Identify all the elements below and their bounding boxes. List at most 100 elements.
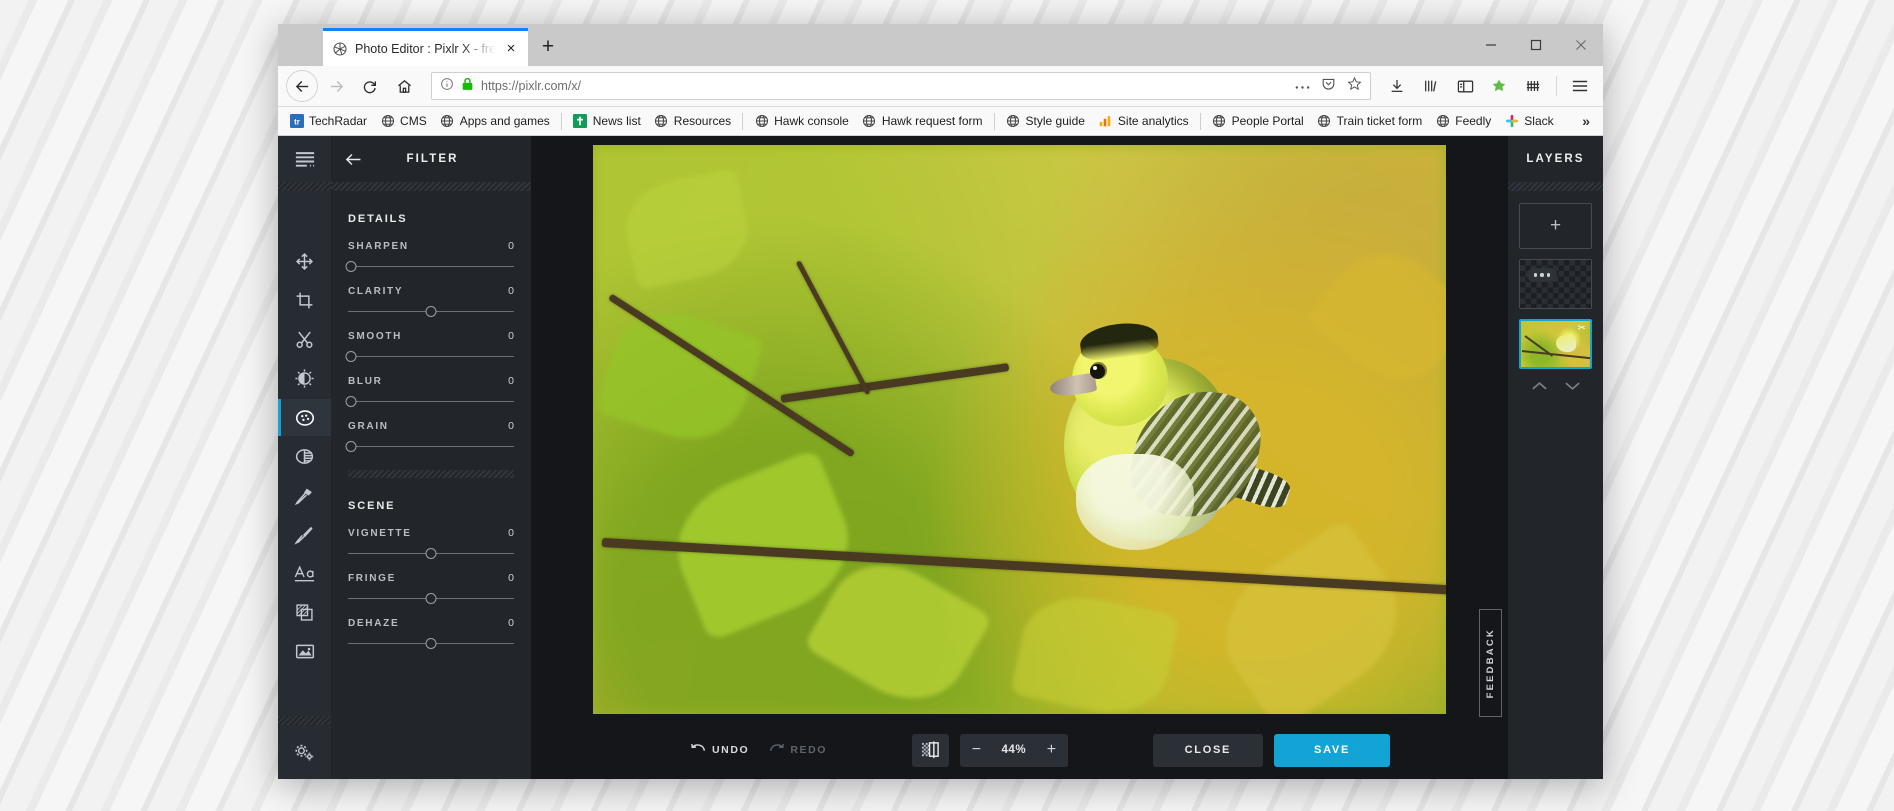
control-label: FRINGE — [348, 573, 396, 584]
sidebar-item-add-image[interactable] — [278, 633, 331, 670]
bookmark-people-portal[interactable]: People Portal — [1206, 112, 1310, 131]
zoom-in-button[interactable]: + — [1035, 734, 1068, 767]
info-icon[interactable] — [440, 77, 454, 96]
layers-list: + ✂ — [1508, 191, 1603, 397]
slider-fringe[interactable] — [348, 590, 514, 608]
new-tab-button[interactable]: + — [528, 28, 568, 66]
reload-icon[interactable] — [354, 70, 386, 102]
sidebar-item-effect[interactable] — [278, 438, 331, 475]
layers-header-divider — [1508, 182, 1603, 191]
browser-tab-active[interactable]: Photo Editor : Pixlr X - free ima × — [323, 28, 528, 66]
bookmarks-overflow-chevron[interactable]: » — [1574, 113, 1598, 129]
library-icon[interactable] — [1416, 71, 1446, 101]
bookmark-site-analytics[interactable]: Site analytics — [1092, 112, 1195, 131]
chevron-down-icon[interactable] — [1564, 379, 1581, 397]
zoom-out-button[interactable]: − — [960, 734, 993, 767]
sidebar-item-adjust[interactable] — [278, 360, 331, 397]
redo-button[interactable]: REDO — [769, 743, 827, 758]
globe-icon — [1317, 114, 1332, 129]
sidebar-item-draw[interactable] — [278, 516, 331, 553]
slider-blur[interactable] — [345, 393, 514, 411]
bookmark-separator — [560, 112, 562, 130]
forward-arrow-icon[interactable] — [320, 70, 352, 102]
home-icon[interactable] — [388, 70, 420, 102]
bookmark-separator — [742, 112, 744, 130]
close-window-button[interactable] — [1558, 24, 1603, 66]
downloads-icon[interactable] — [1382, 71, 1412, 101]
slider-knob[interactable] — [425, 548, 437, 559]
bookmark-feedly[interactable]: Feedly — [1429, 112, 1497, 131]
bookmark-hawk-request-form[interactable]: Hawk request form — [856, 112, 989, 131]
slider-sharpen[interactable] — [345, 258, 514, 276]
slider-knob[interactable] — [425, 306, 437, 317]
bookmark-cms[interactable]: CMS — [374, 112, 433, 131]
sidebar-item-text[interactable] — [278, 555, 331, 592]
chevron-up-icon[interactable] — [1531, 379, 1548, 397]
canvas-wrapper[interactable] — [531, 136, 1508, 721]
slider-knob[interactable] — [345, 396, 357, 407]
bookmark-label: CMS — [400, 114, 427, 128]
slider-dehaze[interactable] — [348, 635, 514, 653]
slider-knob[interactable] — [425, 593, 437, 604]
extension-bars-icon[interactable] — [1518, 71, 1548, 101]
transparency-toggle-icon[interactable] — [911, 733, 949, 767]
layer-item-photo[interactable]: ✂ — [1519, 319, 1592, 369]
slider-grain[interactable] — [345, 438, 514, 456]
sidebar-item-arrange[interactable] — [278, 243, 331, 280]
sidebar-item-crop[interactable] — [278, 282, 331, 319]
bookmark-techradar[interactable]: tr TechRadar — [283, 112, 373, 131]
bookmarks-toolbar: tr TechRadar CMS Apps and games News lis… — [278, 107, 1603, 136]
three-dots-icon[interactable] — [1527, 268, 1557, 282]
bookmark-slack[interactable]: Slack — [1498, 112, 1559, 131]
slider-clarity[interactable] — [348, 303, 514, 321]
pocket-save-icon[interactable] — [1321, 76, 1336, 96]
control-blur: BLUR 0 — [345, 375, 514, 411]
slider-knob[interactable] — [425, 638, 437, 649]
minimize-button[interactable] — [1468, 24, 1513, 66]
feedback-tab[interactable]: FEEDBACK — [1479, 609, 1502, 717]
maximize-button[interactable] — [1513, 24, 1558, 66]
sidebar-item-cutout[interactable] — [278, 321, 331, 358]
hamburger-menu-icon[interactable] — [278, 141, 331, 178]
back-arrow-icon[interactable] — [286, 70, 318, 102]
page-actions-ellipsis-icon[interactable] — [1295, 77, 1310, 95]
sidebar-item-element[interactable] — [278, 594, 331, 631]
undo-button[interactable]: UNDO — [691, 743, 749, 758]
save-button[interactable]: SAVE — [1274, 733, 1390, 767]
bird-subject — [1048, 316, 1293, 566]
canvas-image[interactable] — [593, 145, 1446, 714]
url-text[interactable]: https://pixlr.com/x/ — [481, 79, 1288, 93]
slider-knob[interactable] — [345, 351, 357, 362]
address-bar[interactable]: https://pixlr.com/x/ — [431, 72, 1371, 100]
add-layer-button[interactable]: + — [1519, 203, 1592, 249]
slider-knob[interactable] — [345, 261, 357, 272]
close-button[interactable]: CLOSE — [1152, 733, 1264, 767]
slider-vignette[interactable] — [348, 545, 514, 563]
sidebar-item-retouch[interactable] — [278, 477, 331, 514]
slider-knob[interactable] — [345, 441, 357, 452]
extension-green-icon[interactable] — [1484, 71, 1514, 101]
transparent-checker — [1520, 260, 1591, 308]
browser-window: Photo Editor : Pixlr X - free ima × + — [278, 24, 1603, 779]
back-arrow-icon[interactable] — [345, 152, 362, 167]
control-value: 0 — [508, 572, 514, 584]
bookmark-label: Apps and games — [459, 114, 550, 128]
app-menu-icon[interactable] — [1565, 71, 1595, 101]
layer-item-empty[interactable] — [1519, 259, 1592, 309]
bookmark-resources[interactable]: Resources — [648, 112, 737, 131]
bookmark-train-ticket-form[interactable]: Train ticket form — [1311, 112, 1429, 131]
bookmark-news-list[interactable]: News list — [567, 112, 647, 131]
green-padlock-icon[interactable] — [461, 77, 474, 96]
sidebar-icon[interactable] — [1450, 71, 1480, 101]
gears-icon[interactable] — [278, 725, 331, 779]
bookmark-star-icon[interactable] — [1347, 76, 1362, 96]
bookmark-apps-and-games[interactable]: Apps and games — [434, 112, 556, 131]
slider-track — [348, 401, 514, 402]
slider-track — [348, 266, 514, 267]
close-icon[interactable]: × — [503, 41, 519, 56]
slider-smooth[interactable] — [345, 348, 514, 366]
sidebar-item-filter[interactable] — [278, 399, 331, 436]
control-value: 0 — [508, 285, 514, 297]
bookmark-hawk-console[interactable]: Hawk console — [748, 112, 855, 131]
bookmark-style-guide[interactable]: Style guide — [1000, 112, 1091, 131]
